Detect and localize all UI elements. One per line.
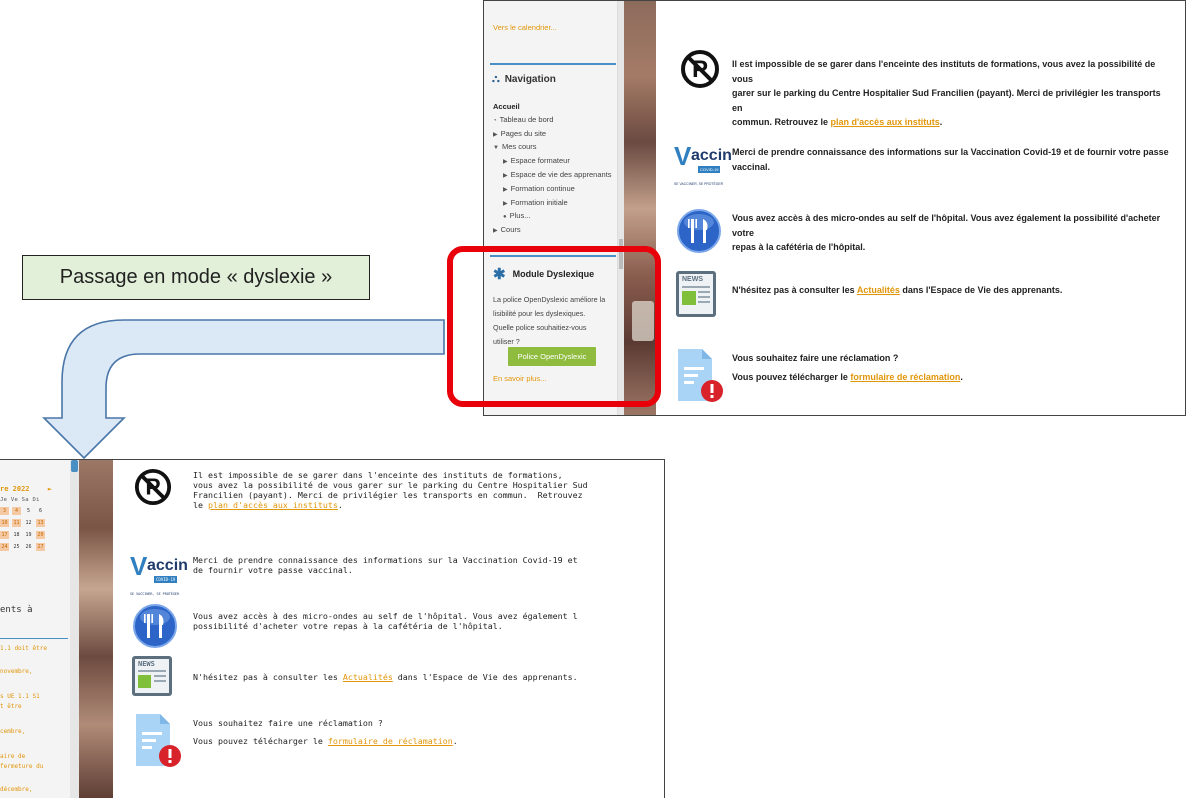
parking-line: Il est impossible de se garer dans l'enc…: [193, 470, 563, 480]
complaint-line: Vous souhaitez faire une réclamation ?: [193, 718, 383, 728]
event-item[interactable]: s UE 1.1 S1: [0, 693, 68, 701]
microwave-line: possibilité d'acheter votre repas à la c…: [193, 621, 503, 631]
complaint-form-link[interactable]: formulaire de réclamation: [328, 736, 453, 746]
main-content: P Il est impossible de se garer dans l'e…: [664, 1, 1184, 415]
microwave-line: Vous avez accès à des micro-ondes au sel…: [193, 611, 578, 621]
vaccin-covid-icon: V accin COVID-19 SE VACCINER, SE PROTÉGE…: [130, 551, 188, 596]
nav-item-cours[interactable]: ▶ Cours: [493, 224, 612, 238]
calendar-month: re 2022 ►: [0, 485, 52, 493]
calendar-day[interactable]: 19: [24, 531, 33, 539]
vaccin-covid-icon: V accin COVID-19 SE VACCINER, SE PROTÉGE…: [674, 141, 732, 186]
news-info: N'hésitez pas à consulter les Actualités…: [732, 285, 1063, 295]
event-item[interactable]: 1.1 doit être: [0, 645, 68, 653]
calendar-day[interactable]: 4: [12, 507, 21, 515]
calendar-day[interactable]: 5: [24, 507, 33, 515]
calendar-day[interactable]: 25: [12, 543, 21, 551]
no-parking-icon: P: [134, 468, 172, 506]
parking-info: Il est impossible de se garer dans l'enc…: [732, 59, 1161, 127]
no-parking-icon: P: [681, 50, 719, 88]
bullet-icon: ●: [503, 214, 507, 221]
complaint-form-icon: [136, 714, 181, 767]
fork-knife-icon: [133, 604, 177, 648]
next-month-icon[interactable]: ►: [48, 485, 52, 493]
calendar-weekdays: Je Ve Sa Di: [0, 497, 40, 503]
nav-item-accueil[interactable]: Accueil: [493, 101, 612, 114]
background-photo: [79, 460, 113, 798]
upcoming-events-title: ents à: [0, 605, 33, 615]
block-separator: [490, 63, 616, 65]
nav-item-formation-initiale[interactable]: ▶ Formation initiale: [493, 197, 612, 211]
parking-line: vous avez la possibilité de vous garer s…: [193, 480, 588, 490]
calendar-day[interactable]: 6: [36, 507, 45, 515]
event-item[interactable]: novembre,: [0, 668, 68, 676]
news-icon: NEWS: [132, 656, 172, 696]
news-link[interactable]: Actualités: [343, 672, 393, 682]
complaint-line: Vous pouvez télécharger le formulaire de…: [193, 736, 458, 746]
event-item[interactable]: décembre,: [0, 786, 68, 794]
vaccin-line: de fournir votre passe vaccinal.: [193, 565, 353, 575]
nav-item-plus[interactable]: ● Plus...: [493, 210, 612, 224]
parking-line: le plan d'accès aux instituts.: [193, 500, 343, 510]
scrollbar-track[interactable]: [70, 460, 79, 798]
sitemap-icon: ⛬: [492, 73, 500, 85]
calendar-link[interactable]: Vers le calendrier...: [493, 23, 557, 32]
calendar-day[interactable]: 13: [36, 519, 45, 527]
microwave-info: Vous avez accès à des micro-ondes au sel…: [732, 213, 1161, 252]
nav-item-formation-continue[interactable]: ▶ Formation continue: [493, 183, 612, 197]
navigation-title: Navigation: [504, 74, 556, 85]
chevron-right-icon: ▶: [503, 159, 508, 166]
chevron-right-icon: ▶: [503, 186, 508, 193]
parking-line: Francilien (payant). Merci de privilégie…: [193, 490, 583, 500]
news-icon: NEWS: [676, 271, 716, 317]
chevron-right-icon: ▶: [503, 172, 508, 179]
access-plan-link[interactable]: plan d'accès aux instituts: [208, 500, 338, 510]
complaint-form-icon: [678, 349, 723, 402]
nav-item-espace-vie[interactable]: ▶ Espace de vie des apprenants: [493, 169, 612, 183]
calendar-panel: re 2022 ► Je Ve Sa Di 3 4 5 6 10 11 12 1…: [0, 460, 70, 798]
chevron-right-icon: ▶: [493, 131, 498, 138]
event-item[interactable]: t être: [0, 703, 68, 711]
main-content-dyslexic: P Il est impossible de se garer dans l'e…: [120, 460, 664, 798]
calendar-day[interactable]: 26: [24, 543, 33, 551]
calendar-day[interactable]: 20: [36, 531, 45, 539]
vaccin-info: Merci de prendre connaissance des inform…: [732, 147, 1169, 172]
dyslexia-mode-callout: Passage en mode « dyslexie »: [22, 255, 370, 300]
complaint-info: Vous souhaitez faire une réclamation ? V…: [732, 353, 963, 382]
calendar-day[interactable]: 27: [36, 543, 45, 551]
nav-item-mes-cours[interactable]: ▼ Mes cours: [493, 141, 612, 155]
calendar-day[interactable]: 11: [12, 519, 21, 527]
nav-item-tableau-de-bord[interactable]: ◔ Tableau de bord: [493, 114, 612, 128]
event-item[interactable]: aire de: [0, 753, 68, 761]
access-plan-link[interactable]: plan d'accès aux instituts: [831, 117, 940, 127]
highlight-frame: [447, 246, 661, 407]
navigation-list: Accueil ◔ Tableau de bord ▶ Pages du site …: [493, 101, 612, 238]
dashboard-icon: ◔: [493, 117, 497, 124]
chevron-right-icon: ▶: [503, 200, 508, 207]
chevron-right-icon: ▶: [493, 228, 498, 235]
calendar-day[interactable]: 12: [24, 519, 33, 527]
calendar-day[interactable]: 3: [0, 507, 9, 515]
event-item[interactable]: cembre,: [0, 728, 68, 736]
calendar-day[interactable]: 10: [0, 519, 9, 527]
news-line: N'hésitez pas à consulter les Actualités…: [193, 672, 578, 682]
news-link[interactable]: Actualités: [857, 285, 900, 295]
chevron-down-icon: ▼: [493, 145, 499, 152]
calendar-day[interactable]: 24: [0, 543, 9, 551]
calendar-day[interactable]: 18: [12, 531, 21, 539]
nav-item-pages-du-site[interactable]: ▶ Pages du site: [493, 128, 612, 142]
calendar-day[interactable]: 17: [0, 531, 9, 539]
vaccin-line: Merci de prendre connaissance des inform…: [193, 555, 578, 565]
screenshot-dyslexic-mode: re 2022 ► Je Ve Sa Di 3 4 5 6 10 11 12 1…: [0, 459, 665, 798]
block-separator: [0, 638, 68, 639]
nav-item-espace-formateur[interactable]: ▶ Espace formateur: [493, 155, 612, 169]
complaint-form-link[interactable]: formulaire de réclamation: [850, 372, 960, 382]
event-item[interactable]: fermeture du: [0, 763, 68, 771]
navigation-block-title: ⛬ Navigation: [492, 73, 556, 86]
fork-knife-icon: [677, 209, 721, 253]
